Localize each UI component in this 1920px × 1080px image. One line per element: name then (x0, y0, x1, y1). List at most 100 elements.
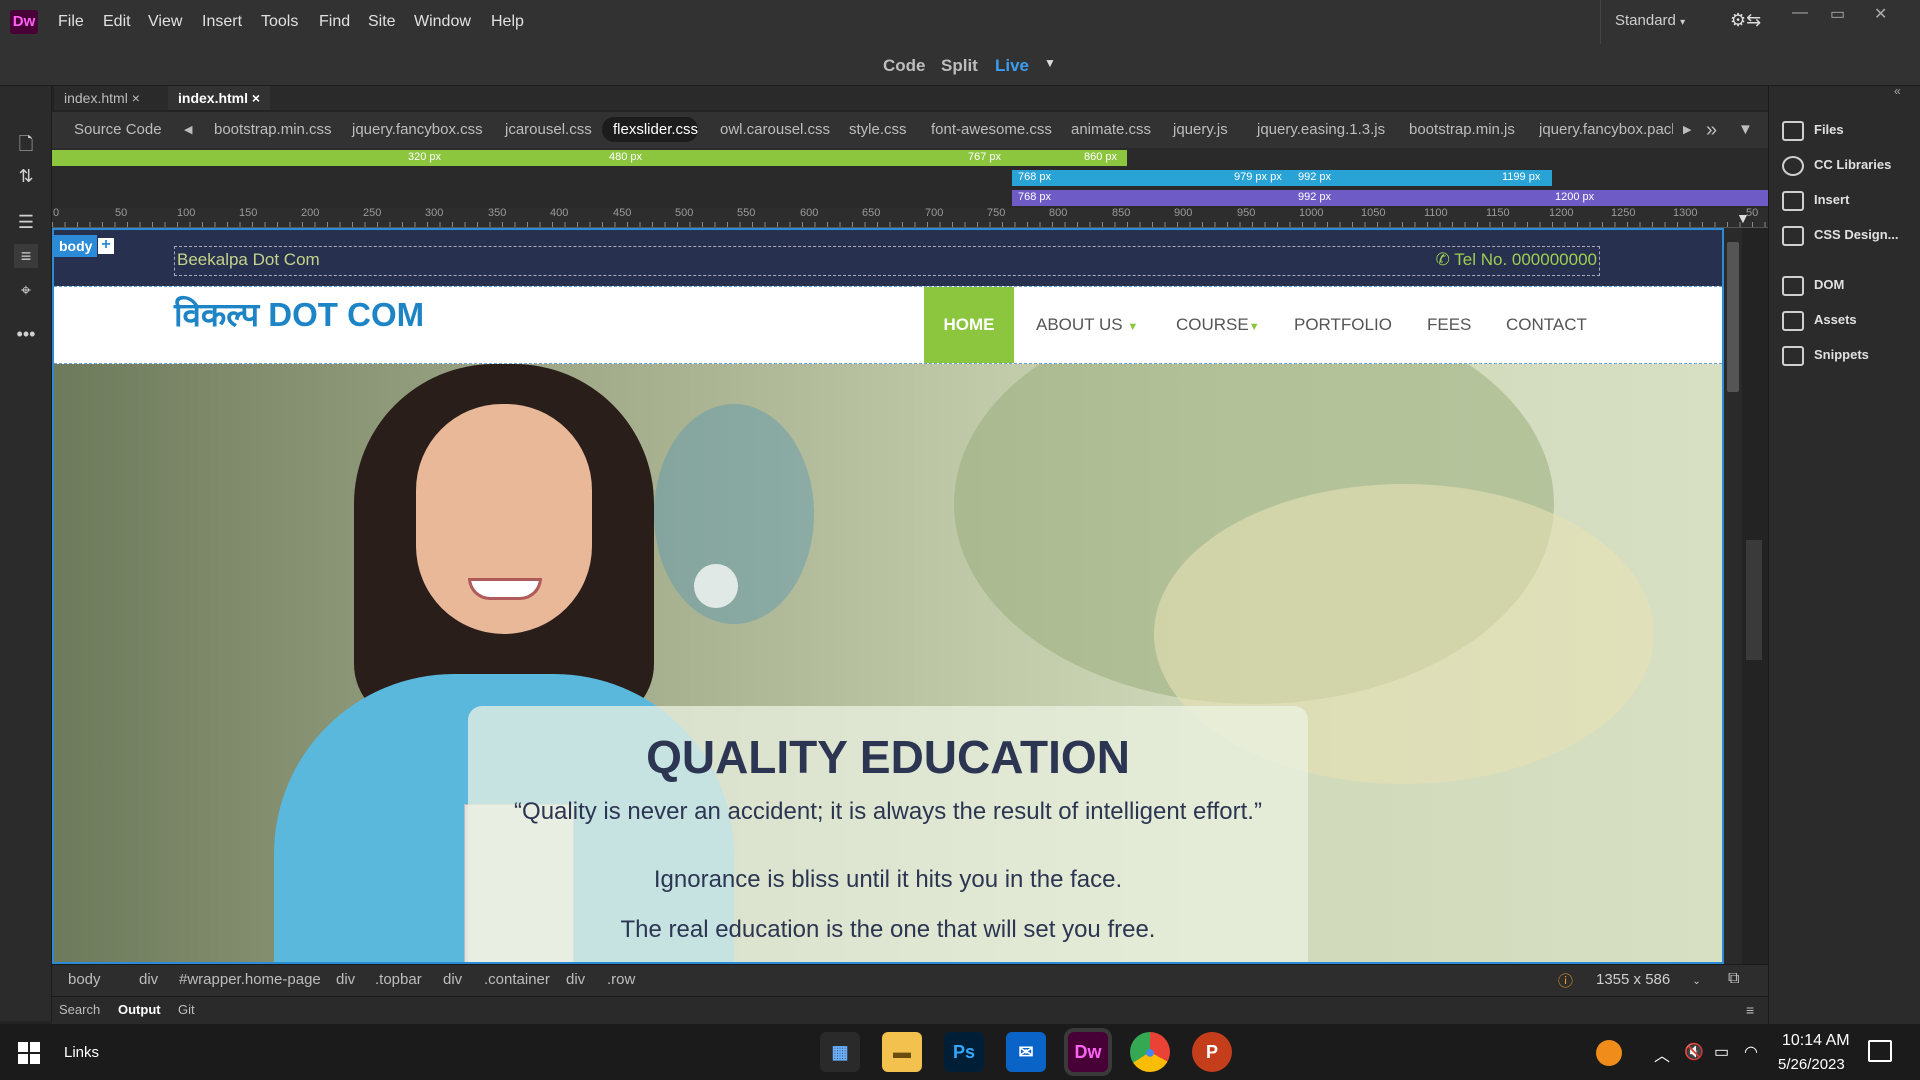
clock-date[interactable]: 5/26/2023 (1778, 1056, 1845, 1073)
live-code-icon[interactable]: ☰ (14, 210, 38, 234)
panel-files[interactable]: Files (1782, 116, 1920, 144)
menu-site[interactable]: Site (368, 0, 396, 44)
file-management-icon[interactable]: ⇅ (14, 164, 38, 188)
element-badge[interactable]: body (54, 235, 98, 257)
collapse-panel-icon[interactable]: « (1894, 84, 1901, 98)
tab-search[interactable]: Search (59, 996, 100, 1024)
panel-assets[interactable]: Assets (1782, 306, 1920, 334)
related-file[interactable]: owl.carousel.css (720, 112, 830, 148)
tag-crumb[interactable]: div (139, 964, 158, 996)
open-documents-icon[interactable]: 🗋 (14, 132, 38, 156)
tag-crumb[interactable]: .topbar (375, 964, 422, 996)
weather-icon[interactable] (1596, 1040, 1622, 1066)
related-file[interactable]: bootstrap.min.js (1409, 112, 1515, 148)
tag-crumb[interactable]: .container (484, 964, 550, 996)
doc-tab-1[interactable]: index.html × (54, 86, 150, 110)
doc-tab-2[interactable]: index.html × (168, 86, 271, 110)
filter-icon[interactable]: ▼ (1738, 112, 1753, 148)
file-explorer-icon[interactable]: ▬ (882, 1032, 922, 1072)
close-window-icon[interactable]: ✕ (1874, 4, 1887, 24)
minimize-icon[interactable]: — (1792, 4, 1808, 22)
window-size-select[interactable]: 1355 x 586 ⌄ (1584, 968, 1704, 992)
panel-css-designer[interactable]: CSS Design... (1782, 221, 1920, 249)
maximize-icon[interactable]: ▭ (1830, 4, 1845, 24)
mq-range-bar[interactable] (1012, 170, 1552, 186)
panel-resize-handle[interactable] (1746, 540, 1762, 660)
mail-icon[interactable]: ✉ (1006, 1032, 1046, 1072)
related-file[interactable]: animate.css (1071, 112, 1151, 148)
panel-insert[interactable]: Insert (1782, 186, 1920, 214)
menu-file[interactable]: File (58, 0, 84, 44)
inspect-icon[interactable]: ⌖ (14, 278, 38, 302)
nav-fees[interactable]: FEES (1427, 287, 1471, 363)
menu-insert[interactable]: Insert (202, 0, 242, 44)
tag-crumb[interactable]: #wrapper.home-page (179, 964, 321, 996)
links-toolbar[interactable]: Links (64, 1044, 99, 1061)
related-file[interactable]: jquery.fancybox.pack (1539, 112, 1673, 148)
panel-snippets[interactable]: Snippets (1782, 341, 1920, 369)
live-view-button[interactable]: Live (995, 56, 1029, 76)
tag-crumb[interactable]: div (443, 964, 462, 996)
related-prev-arrow-icon[interactable]: ◀ (184, 112, 192, 148)
tag-crumb[interactable]: div (336, 964, 355, 996)
tab-output[interactable]: Output (118, 996, 161, 1024)
dreamweaver-taskbar-icon[interactable]: Dw (1068, 1032, 1108, 1072)
related-next-arrow-icon[interactable]: ▶ (1683, 112, 1691, 148)
code-view-button[interactable]: Code (883, 56, 926, 76)
split-view-button[interactable]: Split (941, 56, 978, 76)
mq-max-width-bar[interactable] (52, 150, 1127, 166)
scrollbar-thumb[interactable] (1727, 242, 1739, 392)
tag-crumb[interactable]: div (566, 964, 585, 996)
nav-contact[interactable]: CONTACT (1506, 287, 1587, 363)
live-view-canvas[interactable]: Beekalpa Dot Com ✆ Tel No. 000000000 bod… (52, 228, 1724, 964)
overflow-chevron-icon[interactable]: » (1706, 112, 1717, 148)
volume-muted-icon[interactable]: 🔇 (1684, 1042, 1704, 1062)
view-options-chevron-icon[interactable]: ▼ (1044, 56, 1056, 70)
topbar-container[interactable]: Beekalpa Dot Com ✆ Tel No. 000000000 (174, 246, 1600, 276)
sync-settings-icon[interactable]: ⚙⇆ (1730, 10, 1761, 31)
menu-tools[interactable]: Tools (261, 0, 298, 44)
menu-help[interactable]: Help (491, 0, 524, 44)
windows-start-icon[interactable] (18, 1042, 40, 1064)
nav-about-us[interactable]: ABOUT US ▼ (1036, 287, 1138, 363)
start-menu-icon[interactable]: ▦ (820, 1032, 860, 1072)
add-element-button[interactable]: + (98, 237, 114, 254)
tag-crumb[interactable]: .row (607, 964, 635, 996)
warning-icon[interactable]: ⓘ (1558, 970, 1573, 991)
chrome-icon[interactable]: ● (1130, 1032, 1170, 1072)
mq-min-width-bar[interactable] (1012, 190, 1768, 206)
site-brand[interactable]: विकल्प DOT COM (174, 291, 424, 336)
wifi-icon[interactable]: ◠ (1744, 1042, 1758, 1062)
notifications-icon[interactable] (1868, 1040, 1892, 1062)
panel-dom[interactable]: DOM (1782, 271, 1920, 299)
related-source-code[interactable]: Source Code (74, 112, 162, 148)
device-preview-icon[interactable]: ⧉ (1728, 970, 1739, 988)
close-icon[interactable]: × (132, 90, 140, 106)
menu-window[interactable]: Window (414, 0, 471, 44)
panel-menu-icon[interactable]: ≡ (1746, 996, 1754, 1024)
close-icon[interactable]: × (252, 90, 260, 106)
hero-slider[interactable]: QUALITY EDUCATION “Quality is never an a… (54, 364, 1722, 962)
menu-find[interactable]: Find (319, 0, 350, 44)
related-file[interactable]: jquery.js (1173, 112, 1228, 148)
nav-home[interactable]: HOME (924, 287, 1014, 363)
related-file[interactable]: jquery.fancybox.css (352, 112, 483, 148)
clock-time[interactable]: 10:14 AM (1782, 1032, 1850, 1050)
more-tools-icon[interactable]: ••• (14, 322, 38, 346)
battery-icon[interactable]: ▭ (1714, 1042, 1729, 1062)
live-view-scrollbar[interactable] (1724, 228, 1742, 964)
related-file[interactable]: flexslider.css (613, 112, 698, 148)
nav-portfolio[interactable]: PORTFOLIO (1294, 287, 1392, 363)
code-navigator-icon[interactable]: ≡ (14, 244, 38, 268)
tag-crumb[interactable]: body (68, 964, 101, 996)
related-file[interactable]: style.css (849, 112, 907, 148)
tab-git[interactable]: Git (178, 996, 195, 1024)
workspace-switcher[interactable]: Standard ▾ (1600, 0, 1710, 44)
related-file[interactable]: jcarousel.css (505, 112, 592, 148)
powerpoint-icon[interactable]: P (1192, 1032, 1232, 1072)
panel-cc-libraries[interactable]: CC Libraries (1782, 151, 1920, 179)
related-file[interactable]: bootstrap.min.css (214, 112, 332, 148)
tray-overflow-icon[interactable]: ︿ (1654, 1042, 1670, 1066)
related-file[interactable]: jquery.easing.1.3.js (1257, 112, 1385, 148)
nav-course[interactable]: COURSE▼ (1176, 287, 1260, 363)
